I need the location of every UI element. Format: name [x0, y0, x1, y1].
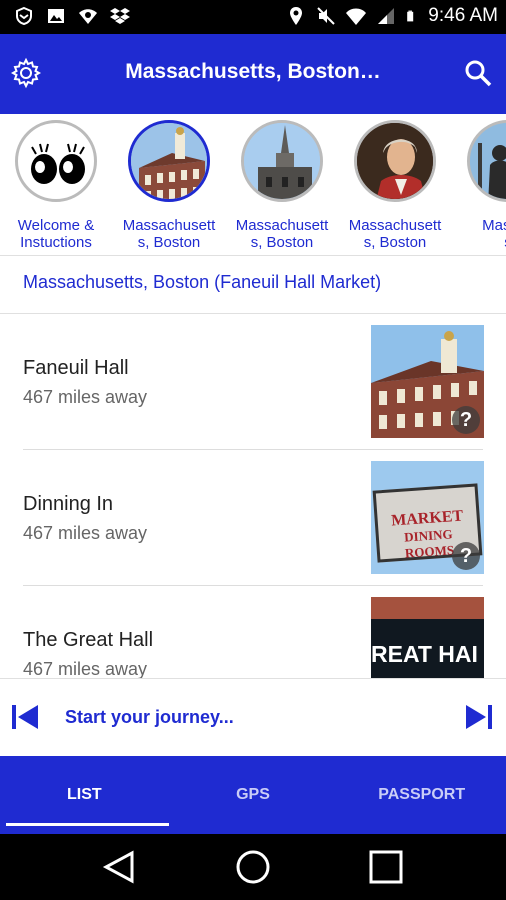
- journey-bar: Start your journey...: [0, 678, 506, 756]
- vpn-icon: [16, 6, 32, 26]
- faneuil-hall-image: [128, 120, 210, 202]
- tab-list[interactable]: LIST: [0, 756, 169, 834]
- steeple-image: [241, 120, 323, 202]
- carousel-label: Massachusett s, Boston: [235, 217, 329, 251]
- carousel-label: Massachusett s, Boston: [348, 217, 442, 251]
- status-time: 9:46 AM: [428, 5, 498, 26]
- battery-icon: [407, 10, 414, 22]
- carousel-label: Welcome & Instuctions: [17, 217, 95, 251]
- status-bar: 9:46 AM: [0, 0, 506, 34]
- mute-icon: [317, 7, 335, 25]
- place-name: The Great Hall: [23, 629, 154, 651]
- location-icon: [290, 7, 303, 25]
- place-distance: 467 miles away: [23, 659, 148, 678]
- carousel-item-welcome[interactable]: Welcome & Instuctions: [0, 120, 112, 251]
- brick-wall: [371, 597, 484, 619]
- place-distance: 467 miles away: [23, 523, 148, 543]
- statue-image: [467, 120, 506, 202]
- image-icon: [48, 9, 64, 23]
- page-title: Massachusetts, Boston…: [125, 60, 381, 83]
- list-item[interactable]: Dinning In 467 miles away MARKET DINING …: [0, 450, 506, 586]
- tab-passport[interactable]: PASSPORT: [337, 756, 506, 834]
- back-icon[interactable]: [102, 849, 138, 885]
- wifi-icon: [346, 8, 367, 25]
- app-bar: Massachusetts, Boston…: [0, 34, 506, 114]
- place-name: Dinning In: [23, 493, 114, 515]
- signal-icon: [378, 8, 395, 24]
- carousel-item-faneuil-hall[interactable]: Massachusett s, Boston: [113, 120, 225, 251]
- place-thumbnail[interactable]: REAT HAI: [371, 597, 484, 678]
- wifi-sync-icon: [79, 9, 97, 24]
- category-carousel[interactable]: Welcome & Instuctions Massachusett s, Bo…: [0, 114, 506, 256]
- tab-gps[interactable]: GPS: [169, 756, 338, 834]
- home-icon[interactable]: [235, 849, 271, 885]
- place-thumbnail[interactable]: ?: [371, 325, 484, 438]
- location-text: Massachusetts, Boston (Faneuil Hall Mark…: [23, 272, 382, 292]
- place-thumbnail[interactable]: MARKET DINING ROOMS ?: [371, 461, 484, 574]
- unknown-badge: ?: [452, 542, 480, 570]
- carousel-item-portrait[interactable]: Massachusett s, Boston: [339, 120, 451, 251]
- place-distance: 467 miles away: [23, 387, 148, 407]
- bottom-tabs: LIST GPS PASSPORT: [0, 756, 506, 834]
- system-nav-bar: [0, 834, 506, 900]
- place-list[interactable]: Faneuil Hall 467 miles away ? Dinning In…: [0, 314, 506, 678]
- journey-text[interactable]: Start your journey...: [65, 707, 234, 728]
- location-header[interactable]: Massachusetts, Boston (Faneuil Hall Mark…: [0, 256, 506, 314]
- skip-next-icon[interactable]: [464, 703, 494, 731]
- eyes-icon: [15, 120, 97, 202]
- carousel-label: Massachusett s, Boston: [122, 217, 216, 251]
- unknown-badge: ?: [452, 406, 480, 434]
- portrait-image: [354, 120, 436, 202]
- carousel-item-steeple[interactable]: Massachusett s, Boston: [226, 120, 338, 251]
- place-name: Faneuil Hall: [23, 357, 129, 379]
- search-icon[interactable]: [462, 57, 494, 89]
- great-hall-sign: REAT HAI: [371, 641, 478, 667]
- list-item[interactable]: The Great Hall 467 miles away REAT HAI: [0, 586, 506, 678]
- carousel-label: Massac s: [482, 217, 506, 251]
- list-item[interactable]: Faneuil Hall 467 miles away ?: [0, 314, 506, 450]
- skip-previous-icon[interactable]: [10, 703, 40, 731]
- dropbox-icon: [110, 8, 130, 24]
- recents-icon[interactable]: [368, 849, 404, 885]
- carousel-item-statue[interactable]: Massac s: [452, 120, 506, 251]
